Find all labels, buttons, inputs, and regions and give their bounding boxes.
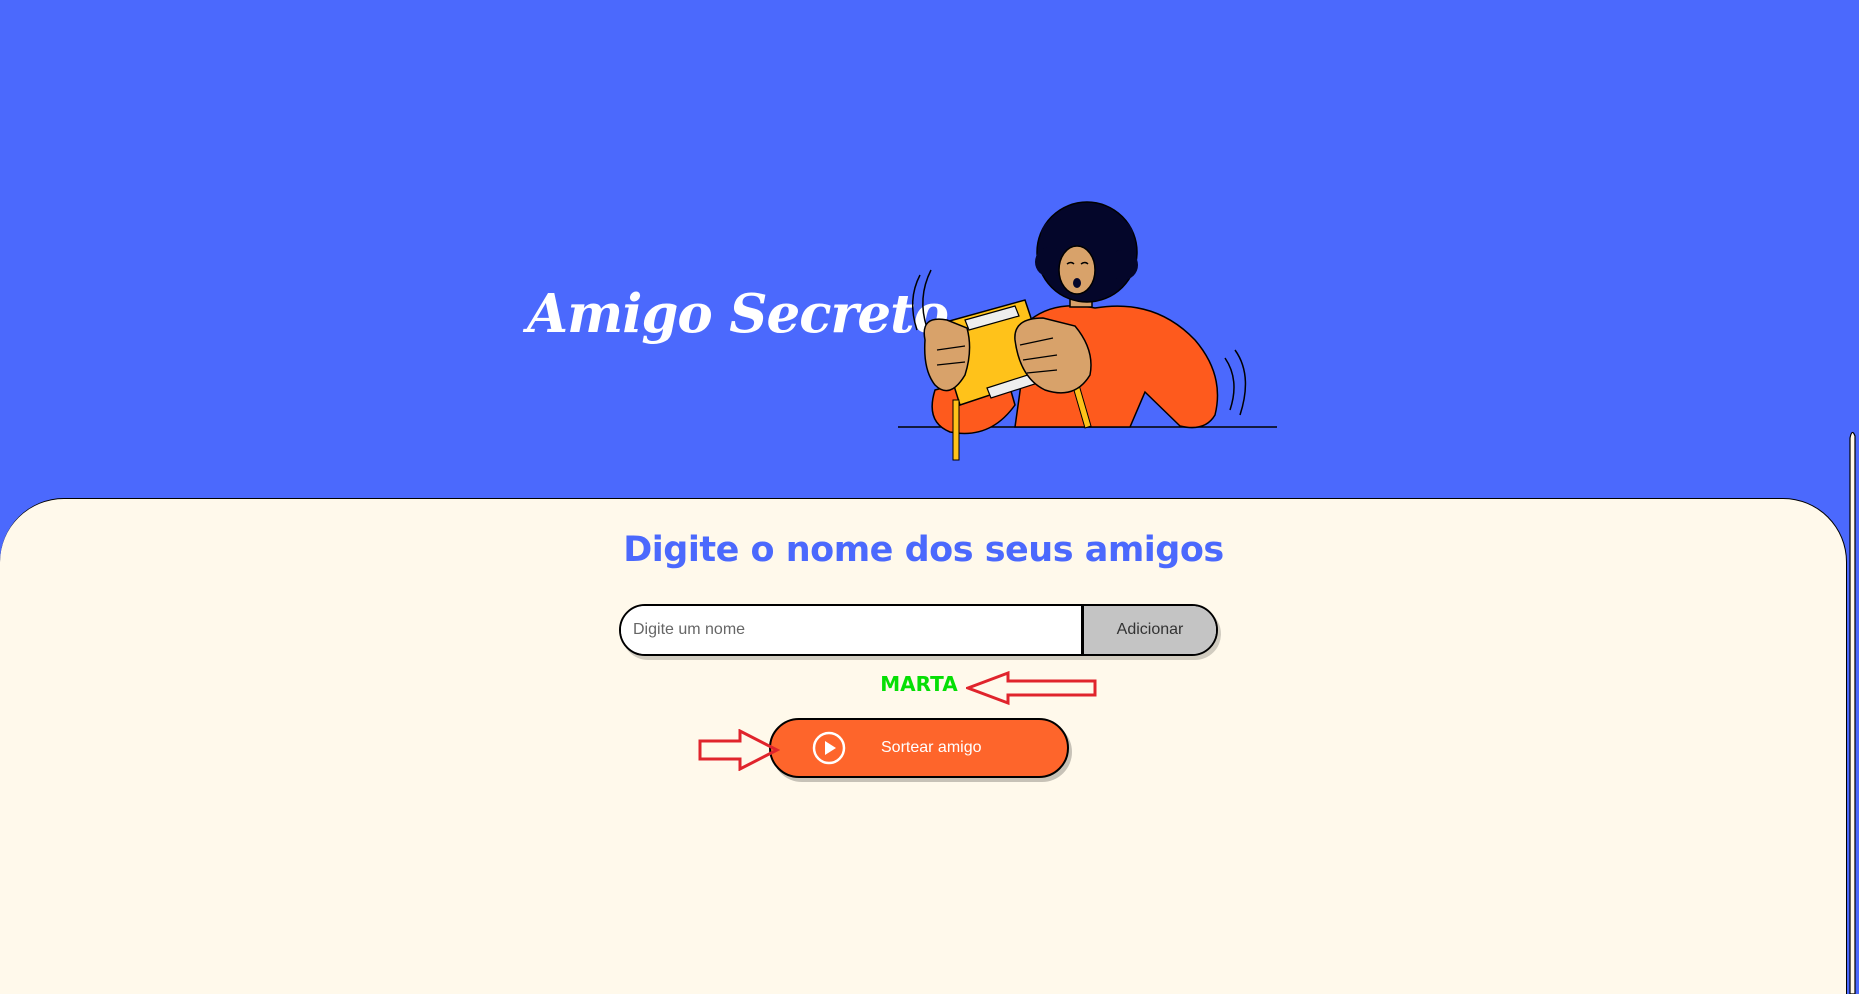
page-title: Amigo Secreto (527, 283, 949, 345)
page-edge-scroll-indicator (1849, 431, 1856, 994)
header-banner: Amigo Secreto (0, 0, 1859, 500)
add-friend-form: Adicionar (619, 604, 1218, 656)
result-item: MARTA (880, 672, 958, 696)
name-input[interactable] (621, 606, 1081, 654)
play-circle-icon (812, 731, 846, 765)
annotation-arrow-left-icon (966, 670, 1097, 706)
section-subtitle: Digite o nome dos seus amigos (623, 530, 1224, 570)
draw-button-label: Sortear amigo (881, 739, 982, 756)
draw-friend-button[interactable]: Sortear amigo (769, 718, 1069, 778)
person-playing-game-illustration (898, 201, 1277, 461)
annotation-arrow-right-icon (698, 729, 780, 771)
page: Amigo Secreto Digite o nome dos seus ami… (0, 0, 1859, 994)
add-button[interactable]: Adicionar (1081, 606, 1216, 654)
result-list: MARTA (0, 672, 1838, 696)
